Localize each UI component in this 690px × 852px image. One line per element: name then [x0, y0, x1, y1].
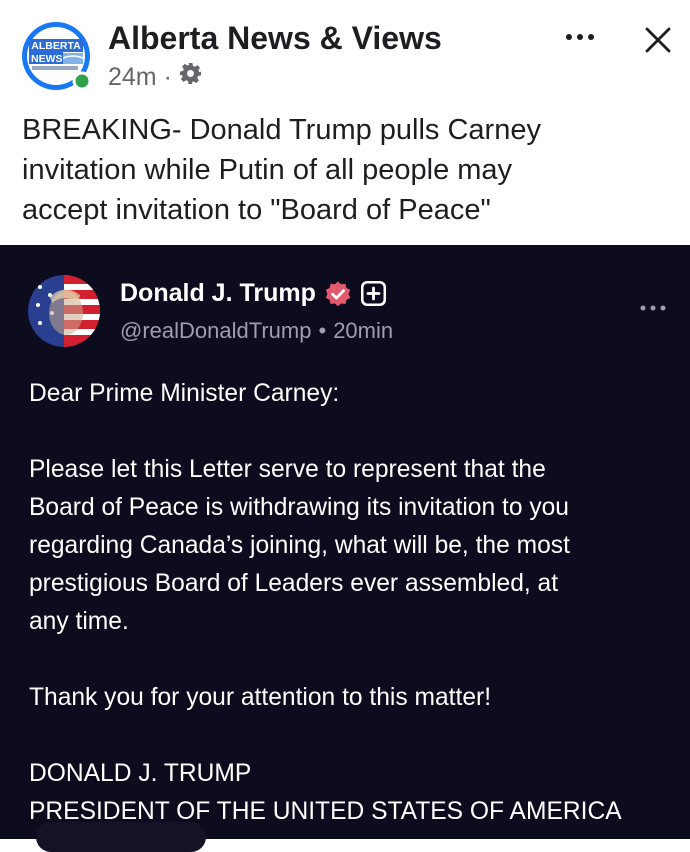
post-timestamp[interactable]: 24m	[108, 63, 157, 92]
close-icon	[645, 27, 671, 53]
gear-icon[interactable]	[179, 62, 202, 92]
letter-greeting: Dear Prime Minister Carney:	[29, 380, 340, 407]
letter-line: Please let this Letter serve to represen…	[29, 456, 546, 483]
truth-social-screenshot[interactable]: Donald J. Trump @realDonaldTrump • 20min	[0, 245, 690, 839]
letter-line: any time.	[29, 608, 129, 635]
author-row: Donald J. Trump	[120, 279, 387, 308]
author-avatar[interactable]	[28, 275, 100, 347]
post-time: 20min	[333, 318, 394, 343]
meta-dot: •	[318, 318, 327, 343]
post-meta: 24m ·	[108, 60, 202, 94]
more-horizontal-icon	[566, 34, 594, 40]
post-text-line: invitation while Putin of all people may	[22, 154, 513, 186]
post-text-line: BREAKING- Donald Trump pulls Carney	[22, 114, 541, 146]
author-handle[interactable]: @realDonaldTrump	[120, 318, 311, 344]
cutoff-element	[36, 822, 206, 852]
letter-line: Board of Peace is withdrawing its invita…	[29, 494, 569, 521]
post-text: BREAKING- Donald Trump pulls Carney invi…	[22, 110, 672, 230]
page-avatar[interactable]: ALBERTA NEWS	[20, 20, 92, 92]
svg-text:ALBERTA: ALBERTA	[31, 40, 81, 52]
post-text-line: accept invitation to "Board of Peace"	[22, 194, 491, 226]
facebook-post: ALBERTA NEWS Alberta News & Views 24m ·	[0, 0, 690, 852]
plus-icon[interactable]	[360, 280, 387, 307]
post-header: ALBERTA NEWS Alberta News & Views 24m ·	[0, 0, 690, 245]
svg-text:NEWS: NEWS	[31, 53, 63, 65]
page-name[interactable]: Alberta News & Views	[108, 20, 442, 57]
author-name[interactable]: Donald J. Trump	[120, 279, 316, 308]
meta-separator: ·	[163, 62, 172, 91]
letter-line: regarding Canada’s joining, what will be…	[29, 532, 570, 559]
close-button[interactable]	[640, 22, 676, 58]
truth-more-button[interactable]	[636, 301, 670, 315]
author-meta: @realDonaldTrump • 20min	[120, 318, 393, 344]
more-horizontal-icon	[640, 305, 666, 311]
truth-body: Dear Prime Minister Carney: Please let t…	[29, 375, 669, 831]
signature-name: DONALD J. TRUMP	[29, 760, 252, 787]
letter-line: prestigious Board of Leaders ever assemb…	[29, 570, 559, 597]
letter-thanks: Thank you for your attention to this mat…	[29, 684, 492, 711]
post-more-button[interactable]	[562, 22, 598, 52]
verified-badge-icon	[325, 281, 351, 306]
online-dot-icon	[75, 74, 89, 88]
